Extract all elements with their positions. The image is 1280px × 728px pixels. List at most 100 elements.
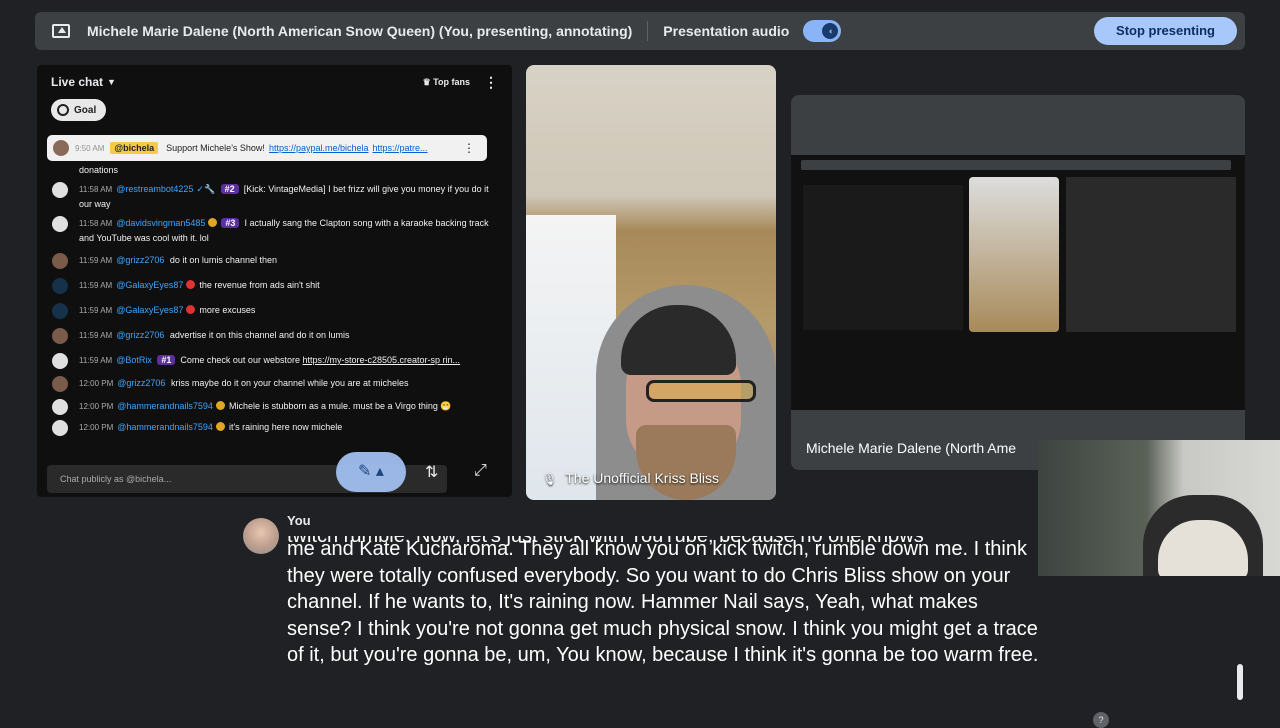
username[interactable]: @davidsvingman5485 bbox=[116, 218, 205, 228]
chevron-down-icon[interactable]: ▼ bbox=[107, 77, 116, 87]
message-link[interactable]: https://my-store-c28505.creator-sp rin..… bbox=[302, 355, 460, 365]
live-captions: You twitch rumble. Now, let's just stick… bbox=[240, 510, 1040, 710]
member-badge-icon bbox=[215, 422, 225, 431]
participant-tile[interactable]: 🎙 The Unofficial Kriss Bliss bbox=[526, 65, 776, 500]
pinned-message[interactable]: 9:50 AM @bichela Support Michele's Show!… bbox=[47, 135, 487, 161]
message-time: 11:59 AM bbox=[79, 306, 113, 315]
more-options-icon[interactable]: ⋮ bbox=[463, 141, 475, 155]
pinned-link[interactable]: https://paypal.me/bichela bbox=[269, 143, 369, 153]
member-badge-icon bbox=[208, 218, 218, 227]
rank-badge: #3 bbox=[221, 218, 240, 228]
live-chat-panel: Live chat ▼ ♛ Top fans ⋮ Goal 9:50 AM @b… bbox=[37, 65, 512, 497]
message-text: donations bbox=[79, 165, 119, 175]
avatar bbox=[52, 353, 68, 369]
member-badge-icon bbox=[186, 280, 196, 289]
chat-message: 11:59 AM @grizz2706 do it on lumis channe… bbox=[37, 251, 507, 271]
avatar bbox=[52, 399, 68, 415]
expand-icon[interactable]: ⤢ bbox=[474, 462, 487, 480]
screen-share-tile[interactable]: Michele Marie Dalene (North Ame bbox=[791, 95, 1245, 470]
member-badge-icon bbox=[186, 305, 196, 314]
username[interactable]: @GalaxyEyes87 bbox=[116, 305, 183, 315]
caption-text: me and Kate Kucharoma. They all know you… bbox=[287, 538, 1039, 666]
speaker-icon: ◖ bbox=[822, 23, 839, 39]
pinned-text: Support Michele's Show! bbox=[166, 143, 265, 153]
chat-message: 12:00 PM @hammerandnails7594 Michele is st… bbox=[37, 397, 507, 417]
goal-label: Goal bbox=[74, 104, 97, 116]
chat-message: 11:59 AM @GalaxyEyes87 more excuses bbox=[37, 301, 507, 321]
username[interactable]: @restreambot4225 bbox=[116, 184, 193, 194]
username[interactable]: @BotRix bbox=[116, 355, 152, 365]
help-icon[interactable]: ? bbox=[1093, 712, 1109, 728]
message-time: 11:58 AM bbox=[79, 185, 113, 194]
presentation-audio-label: Presentation audio bbox=[663, 23, 790, 39]
avatar bbox=[52, 182, 68, 198]
username[interactable]: @grizz2706 bbox=[116, 255, 164, 265]
avatar bbox=[52, 328, 68, 344]
sort-arrows-icon[interactable]: ⇅ bbox=[425, 462, 438, 482]
avatar bbox=[52, 216, 68, 232]
chat-message: 11:58 AM @restreambot4225 ✓🔧 #2 [Kick: Vint… bbox=[37, 180, 507, 214]
participant-name: The Unofficial Kriss Bliss bbox=[565, 470, 720, 486]
self-view-video[interactable] bbox=[1038, 440, 1280, 576]
presentation-audio-toggle[interactable]: ◖ bbox=[803, 20, 842, 42]
chat-message: 11:59 AM @GalaxyEyes87 the revenue from ad… bbox=[37, 276, 507, 296]
message-text: advertise it on this channel and do it o… bbox=[169, 330, 350, 340]
rank-badge: #2 bbox=[220, 184, 239, 194]
present-screen-icon bbox=[52, 24, 70, 38]
live-chat-title[interactable]: Live chat bbox=[51, 75, 103, 89]
chat-message: 12:00 PM @grizz2706 kriss maybe do it on … bbox=[37, 374, 507, 394]
shared-screen-preview bbox=[791, 155, 1245, 410]
message-text: Michele is stubborn as a mule. must be a… bbox=[228, 401, 452, 411]
share-name-label: Michele Marie Dalene (North Ame bbox=[806, 440, 1017, 456]
username[interactable]: @grizz2706 bbox=[116, 330, 164, 340]
presenter-title: Michele Marie Dalene (North American Sno… bbox=[87, 23, 633, 39]
avatar bbox=[52, 278, 68, 294]
message-text: Come check out our webstore bbox=[180, 355, 300, 365]
avatar bbox=[243, 518, 279, 554]
captions-scrollbar[interactable] bbox=[1237, 664, 1243, 700]
preview-participant bbox=[969, 177, 1059, 332]
preview-share bbox=[1066, 177, 1236, 332]
message-text: more excuses bbox=[199, 305, 256, 315]
message-text: the revenue from ads ain't shit bbox=[199, 280, 320, 290]
message-time: 12:00 PM bbox=[79, 379, 114, 388]
avatar bbox=[52, 303, 68, 319]
chat-message: 11:59 AM @grizz2706 advertise it on this … bbox=[37, 326, 507, 346]
chat-message: donations bbox=[64, 161, 507, 180]
chat-message: 11:58 AM @davidsvingman5485 #3 I actually s… bbox=[37, 214, 507, 248]
pinned-link[interactable]: https://patre... bbox=[373, 143, 428, 153]
stop-presenting-button[interactable]: Stop presenting bbox=[1094, 17, 1237, 45]
caption-speaker: You bbox=[287, 513, 311, 528]
annotate-pen-button[interactable]: ✎ ▴ bbox=[336, 452, 406, 492]
message-text: do it on lumis channel then bbox=[169, 255, 277, 265]
username[interactable]: @hammerandnails7594 bbox=[117, 422, 213, 432]
rank-badge: #1 bbox=[157, 355, 176, 365]
avatar bbox=[52, 376, 68, 392]
caption-text-block: twitch rumble. Now, let's just stick wit… bbox=[287, 536, 1047, 669]
goal-chip[interactable]: Goal bbox=[51, 99, 107, 121]
avatar bbox=[52, 253, 68, 269]
message-time: 11:59 AM bbox=[79, 256, 113, 265]
member-badge-icon bbox=[215, 401, 225, 410]
username[interactable]: @grizz2706 bbox=[117, 378, 165, 388]
username[interactable]: @GalaxyEyes87 bbox=[116, 280, 183, 290]
preview-chat bbox=[803, 185, 963, 330]
preview-top-bar bbox=[801, 160, 1231, 170]
participant-name-label: 🎙 The Unofficial Kriss Bliss bbox=[542, 470, 719, 486]
username[interactable]: @hammerandnails7594 bbox=[117, 401, 213, 411]
wrench-icon: ✓🔧 bbox=[196, 184, 216, 194]
message-time: 11:59 AM bbox=[79, 356, 113, 365]
more-options-icon[interactable]: ⋮ bbox=[484, 74, 498, 91]
top-fans-label: Top fans bbox=[433, 76, 470, 87]
message-time: 11:59 AM bbox=[79, 281, 113, 290]
chat-message: 12:00 PM @hammerandnails7594 it's raining … bbox=[37, 418, 507, 438]
owner-badge: @bichela bbox=[110, 142, 159, 154]
avatar bbox=[53, 140, 69, 156]
presenting-bar: Michele Marie Dalene (North American Sno… bbox=[35, 12, 1245, 50]
top-fans-button[interactable]: ♛ Top fans bbox=[423, 77, 470, 88]
message-time: 12:00 PM bbox=[79, 402, 114, 411]
chat-message-list[interactable]: donations 11:58 AM @restreambot4225 ✓🔧 #2[… bbox=[37, 161, 507, 438]
divider bbox=[647, 21, 649, 41]
participant-glasses bbox=[646, 380, 756, 402]
mic-icon: 🎙 bbox=[542, 472, 558, 486]
